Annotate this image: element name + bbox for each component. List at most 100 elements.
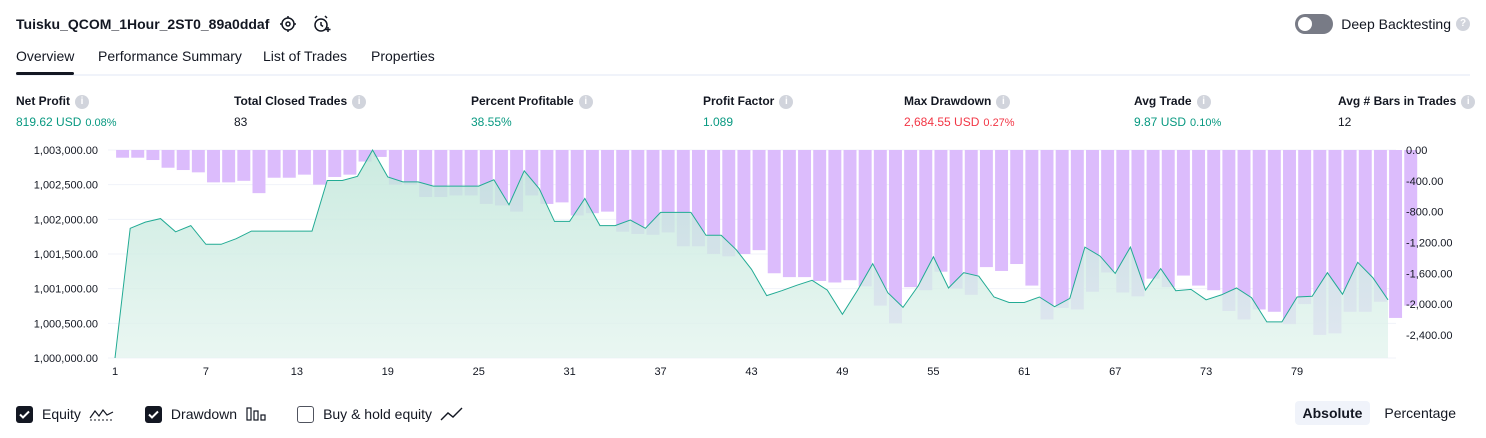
info-icon[interactable]: i	[352, 94, 367, 109]
drawdown-bar	[1389, 150, 1403, 318]
left-axis-tick-label: 1,000,000.00	[34, 353, 98, 365]
drawdown-bar	[1161, 150, 1175, 288]
drawdown-bar	[813, 150, 827, 281]
legend-buy-hold-equity[interactable]: Buy & hold equity	[297, 405, 464, 423]
drawdown-bar	[313, 150, 327, 185]
drawdown-bar	[904, 150, 918, 288]
drawdown-bar	[1101, 150, 1115, 273]
drawdown-bar	[1222, 150, 1236, 312]
drawdown-bar	[979, 150, 993, 268]
drawdown-bar	[237, 150, 251, 181]
drawdown-bar	[297, 150, 311, 175]
metric-label: Net Profit	[16, 94, 70, 108]
equity-line-icon	[89, 408, 114, 421]
drawdown-bar	[161, 150, 175, 168]
metric-total-closed-trades: Total Closed Trades i 83	[234, 94, 367, 129]
metric-value: 9.87 USD	[1134, 114, 1187, 129]
info-icon[interactable]: i	[1196, 94, 1211, 109]
drawdown-checkbox[interactable]	[144, 405, 162, 423]
equity-drawdown-chart[interactable]: 1,000,000.00 1,000,500.00 1,001,000.00 1,00…	[0, 140, 1486, 380]
deep-backtesting: Deep Backtesting ?	[1295, 14, 1470, 34]
chart-legend: Equity Drawdown Buy & hold equity	[16, 403, 494, 425]
drawdown-bar	[782, 150, 796, 278]
drawdown-bar	[1176, 150, 1190, 276]
info-icon[interactable]: i	[779, 94, 794, 109]
drawdown-bar	[1055, 150, 1069, 308]
drawdown-bar	[146, 150, 160, 161]
legend-equity[interactable]: Equity	[16, 405, 115, 423]
drawdown-bar	[252, 150, 266, 194]
drawdown-bar	[1040, 150, 1054, 320]
tab-performance-summary[interactable]: Performance Summary	[98, 48, 242, 64]
drawdown-bar	[1025, 150, 1039, 286]
right-axis-tick-label: -1,600.00	[1406, 268, 1452, 280]
tab-properties[interactable]: Properties	[371, 48, 435, 64]
x-axis: 1 7 13 19 25 31 37 43 49 55 61 67 73 79	[112, 366, 1303, 378]
x-axis-tick-label: 49	[836, 366, 848, 378]
info-icon[interactable]: i	[1461, 94, 1476, 109]
drawdown-bar	[934, 150, 948, 272]
deep-backtesting-label: Deep Backtesting	[1341, 16, 1451, 32]
metric-percent-profitable: Percent Profitable i 38.55%	[471, 94, 593, 129]
drawdown-bar	[995, 150, 1009, 271]
settings-icon[interactable]	[278, 14, 298, 34]
help-icon[interactable]: ?	[1456, 17, 1470, 31]
left-axis-tick-label: 1,002,500.00	[34, 180, 98, 192]
deep-backtesting-toggle[interactable]	[1295, 14, 1334, 34]
add-alert-clock-icon[interactable]	[312, 14, 332, 34]
legend-label: Drawdown	[170, 406, 238, 422]
right-axis-tick-label: 0.00	[1406, 145, 1427, 157]
metric-value: 12	[1338, 114, 1352, 129]
left-axis-tick-label: 1,000,500.00	[34, 318, 98, 330]
x-axis-tick-label: 7	[203, 366, 209, 378]
drawdown-bar	[1283, 150, 1296, 325]
toggle-knob	[1298, 17, 1313, 31]
drawdown-bar	[328, 150, 342, 177]
right-axis-tick-label: -2,000.00	[1406, 299, 1452, 311]
tab-overview[interactable]: Overview	[16, 48, 75, 75]
percentage-button[interactable]: Percentage	[1376, 401, 1464, 425]
drawdown-bar	[949, 150, 963, 289]
tab-list-of-trades[interactable]: List of Trades	[263, 48, 347, 64]
drawdown-bar	[282, 150, 296, 178]
metric-value: 1.089	[703, 114, 734, 129]
metric-net-profit: Net Profit i 819.62 USD 0.08%	[16, 94, 117, 129]
buy-hold-checkbox[interactable]	[297, 405, 315, 423]
metric-percent: 0.27%	[983, 116, 1015, 129]
drawdown-bar	[131, 150, 145, 158]
drawdown-bar	[828, 150, 842, 283]
header: Tuisku_QCOM_1Hour_2ST0_89a0ddaf Deep Bac…	[16, 10, 1470, 38]
drawdown-bar	[601, 150, 615, 212]
info-icon[interactable]: i	[75, 94, 89, 109]
drawdown-bar	[752, 150, 766, 251]
strategy-title: Tuisku_QCOM_1Hour_2ST0_89a0ddaf	[16, 16, 270, 32]
metric-avg-bars-in-trades: Avg # Bars in Trades i 12	[1338, 94, 1476, 129]
metric-label: Profit Factor	[703, 94, 775, 108]
drawdown-bar	[267, 150, 281, 178]
drawdown-bar	[555, 150, 569, 203]
right-axis-tick-label: -2,400.00	[1406, 330, 1452, 342]
metric-label: Avg Trade	[1134, 94, 1192, 108]
drawdown-bar	[858, 150, 872, 287]
drawdown-bar	[116, 150, 130, 158]
metric-profit-factor: Profit Factor i 1.089	[703, 94, 794, 129]
info-icon[interactable]: i	[578, 94, 593, 109]
right-axis-tick-label: -800.00	[1406, 207, 1443, 219]
info-icon[interactable]: i	[996, 94, 1011, 109]
equity-checkbox[interactable]	[16, 405, 33, 423]
absolute-button[interactable]: Absolute	[1294, 401, 1371, 425]
metric-label: Avg # Bars in Trades	[1338, 94, 1457, 108]
left-axis: 1,000,000.00 1,000,500.00 1,001,000.00 1,00…	[34, 145, 98, 365]
drawdown-bar	[176, 150, 190, 171]
tab-bar: Overview Performance Summary List of Tra…	[16, 40, 1470, 76]
left-axis-tick-label: 1,002,000.00	[34, 214, 98, 226]
drawdown-bar	[1207, 150, 1221, 291]
left-axis-tick-label: 1,001,500.00	[34, 249, 98, 261]
legend-label: Equity	[42, 406, 81, 422]
metric-value: 2,684.55 USD	[904, 114, 980, 129]
metric-label: Total Closed Trades	[234, 94, 348, 108]
legend-drawdown[interactable]: Drawdown	[144, 405, 267, 423]
drawdown-bar	[1373, 150, 1387, 302]
x-axis-tick-label: 37	[654, 366, 666, 378]
metric-avg-trade: Avg Trade i 9.87 USD 0.10%	[1134, 94, 1221, 129]
